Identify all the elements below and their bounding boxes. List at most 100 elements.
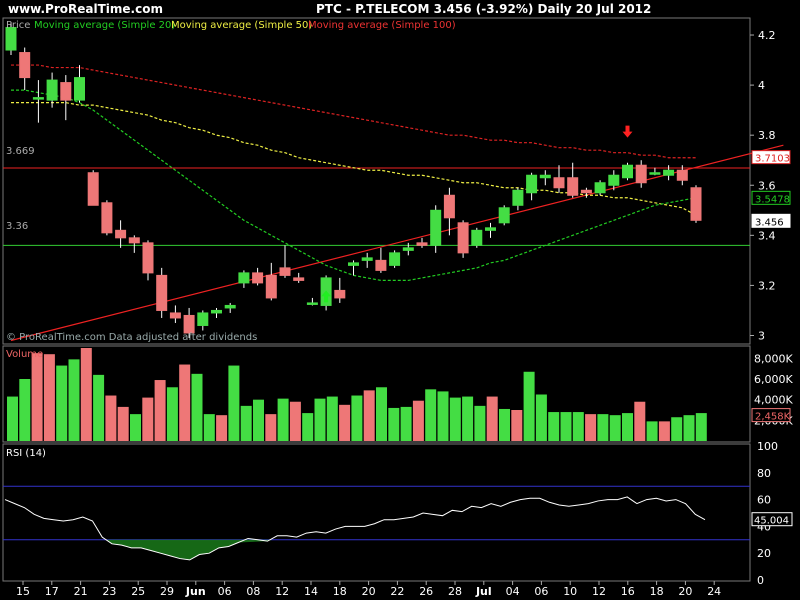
candle-body	[649, 172, 661, 175]
price-axis-tick: 3.8	[758, 129, 776, 142]
level-label-support: 3.36	[6, 221, 28, 232]
x-axis-tick: 29	[160, 585, 174, 598]
volume-axis-tick: 6,000K	[754, 373, 793, 386]
volume-bar	[400, 406, 412, 441]
candle-body	[252, 272, 264, 284]
candle-body	[60, 82, 72, 101]
candle-body	[74, 77, 85, 101]
candle-body	[443, 194, 455, 219]
volume-bar	[376, 387, 387, 441]
candle-body	[690, 187, 702, 221]
candle-body	[430, 209, 442, 246]
price-chart-svg[interactable]: 4.2 4 3.8 3.6 3.4 3.2 3 3.7103 3.5478 3.456 8,000K…	[0, 0, 800, 600]
volume-bar	[191, 373, 203, 441]
volume-bar	[425, 389, 437, 441]
volume-bar	[326, 396, 338, 441]
price-axis-tick: 3.6	[758, 179, 776, 192]
rsi-title: RSI (14)	[6, 448, 46, 459]
candle-body	[334, 289, 346, 299]
x-axis-tick: 23	[102, 585, 116, 598]
x-axis-tick: Jun	[185, 585, 206, 598]
x-axis-tick: 08	[246, 585, 260, 598]
candle-body	[142, 242, 154, 274]
candle-body	[279, 267, 291, 276]
candle-body	[169, 312, 181, 319]
rsi-line	[4, 496, 706, 561]
last-value-label: 3.5478	[755, 194, 790, 205]
volume-bar	[523, 371, 535, 441]
rsi-panel	[2, 443, 751, 582]
candle-body	[580, 189, 592, 194]
candle-body	[238, 272, 250, 284]
x-axis-tick: 22	[390, 585, 404, 598]
volume-bar	[80, 348, 92, 441]
legend-ma20: Moving average (Simple 20)	[34, 20, 175, 31]
volume-bar	[462, 396, 474, 441]
x-axis-tick: 14	[304, 585, 318, 598]
candle-body	[402, 247, 414, 251]
volume-bar	[179, 364, 191, 441]
volume-bar	[585, 414, 597, 441]
x-axis-tick: 18	[650, 585, 664, 598]
x-axis-tick: Jul	[475, 585, 492, 598]
volume-title: Volume	[6, 349, 43, 360]
volume-bar	[130, 414, 141, 441]
candle-body	[361, 257, 373, 261]
volume-bar	[572, 412, 584, 441]
ma20-line	[11, 89, 697, 282]
volume-bar	[548, 412, 560, 441]
rsi-last-label: 45.004	[754, 516, 789, 527]
volume-bar	[388, 407, 400, 441]
volume-bar	[609, 415, 621, 441]
x-axis-tick: 26	[419, 585, 433, 598]
volume-bar	[166, 387, 178, 441]
volume-bar	[351, 395, 363, 441]
candle-body	[265, 274, 277, 299]
volume-bar	[449, 397, 461, 441]
price-axis-tick: 4.2	[758, 29, 776, 42]
volume-bar	[240, 405, 252, 441]
rsi-axis-tick: 60	[757, 494, 771, 507]
candle-body	[128, 237, 140, 244]
candle-body	[553, 177, 565, 189]
candle-body	[293, 277, 305, 281]
volume-bar	[597, 414, 609, 441]
volume-bar	[683, 415, 695, 441]
ma50-line	[11, 102, 697, 216]
x-axis-tick: 18	[333, 585, 347, 598]
volume-bar	[203, 414, 215, 441]
volume-bar	[658, 421, 670, 441]
candle-body	[498, 207, 510, 224]
candle-body	[389, 252, 401, 266]
volume-last-label: 2,458K	[755, 412, 791, 423]
price-axis-tick: 3.4	[758, 229, 776, 242]
volume-bar	[646, 421, 658, 441]
x-axis-tick: 12	[275, 585, 289, 598]
volume-bar	[228, 365, 240, 441]
candle-body	[471, 229, 483, 246]
candle-body	[663, 169, 675, 176]
candle-body	[224, 304, 236, 309]
volume-bar	[7, 396, 18, 441]
candle-body	[211, 309, 222, 314]
candle-body	[676, 169, 688, 181]
volume-bar	[412, 400, 424, 441]
volume-bar	[68, 359, 80, 441]
candle-body	[512, 189, 524, 206]
candle-body	[46, 79, 58, 101]
volume-bar	[31, 353, 43, 441]
rsi-oversold-area	[107, 539, 273, 560]
candle-body	[608, 174, 620, 186]
price-axis-tick: 4	[758, 79, 765, 92]
legend-ma100: Moving average (Simple 100)	[308, 20, 456, 31]
volume-bar	[216, 415, 228, 441]
volume-bar	[19, 379, 31, 441]
rsi-axis-tick: 0	[757, 574, 764, 587]
volume-bar	[277, 398, 289, 441]
volume-axis-tick: 8,000K	[754, 352, 793, 365]
legend-price: Price	[6, 20, 30, 31]
candle-body	[19, 52, 31, 79]
last-value-label: 3.7103	[755, 154, 790, 165]
legend-ma50: Moving average (Simple 50)	[171, 20, 312, 31]
volume-bar	[499, 408, 510, 441]
